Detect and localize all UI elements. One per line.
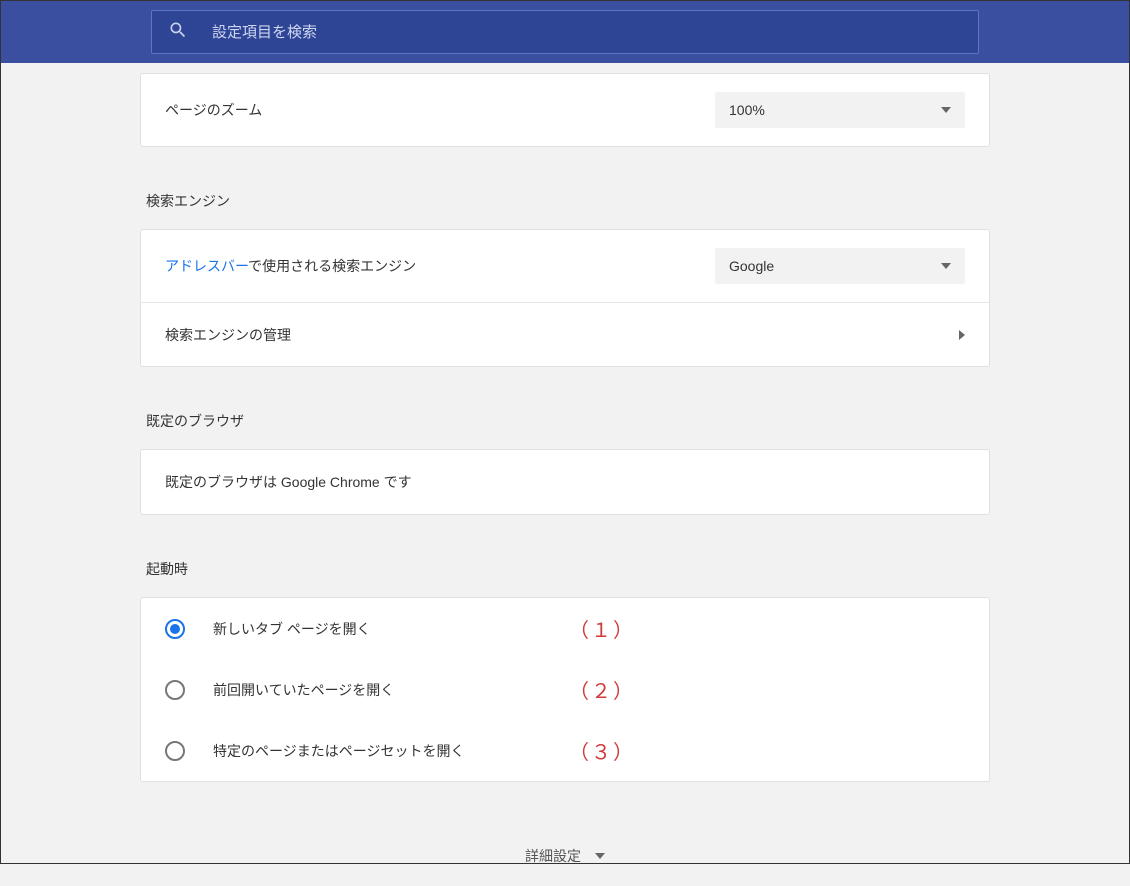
search-engine-section-title: 検索エンジン [140,171,990,229]
chevron-down-icon [941,107,951,113]
startup-option-continue[interactable]: 前回開いていたページを開く （２） [141,659,989,720]
chevron-down-icon [941,263,951,269]
zoom-card: ページのズーム 100% [140,73,990,147]
settings-content: ページのズーム 100% 検索エンジン アドレスバーで使用される検索エンジン G… [140,63,990,886]
annotation-marker: （１） [569,614,965,643]
address-bar-suffix: で使用される検索エンジン [248,258,416,274]
annotation-marker: （３） [569,736,965,765]
startup-option-label: 新しいタブ ページを開く [213,619,371,639]
startup-option-label: 特定のページまたはページセットを開く [213,741,464,761]
page-zoom-select[interactable]: 100% [715,92,965,128]
manage-search-engines-label: 検索エンジンの管理 [165,325,291,345]
search-container[interactable] [151,10,979,54]
chevron-down-icon [595,853,605,859]
startup-option-label: 前回開いていたページを開く [213,680,394,700]
chevron-right-icon [959,330,965,340]
address-bar-engine-row: アドレスバーで使用される検索エンジン Google [141,230,989,302]
search-input[interactable] [212,24,962,41]
manage-search-engines-row[interactable]: 検索エンジンの管理 [141,302,989,366]
default-browser-card: 既定のブラウザは Google Chrome です [140,449,990,515]
search-icon [168,20,188,45]
page-zoom-row: ページのズーム 100% [141,74,989,146]
search-engine-select[interactable]: Google [715,248,965,284]
startup-option-specific[interactable]: 特定のページまたはページセットを開く （３） [141,720,989,781]
radio-icon[interactable] [165,619,185,639]
annotation-marker: （２） [569,675,965,704]
default-browser-status: 既定のブラウザは Google Chrome です [165,472,412,492]
address-bar-link[interactable]: アドレスバー [165,258,248,274]
header-bar [1,1,1129,63]
default-browser-section-title: 既定のブラウザ [140,391,990,449]
startup-section-title: 起動時 [140,539,990,597]
advanced-settings-toggle[interactable]: 詳細設定 [140,806,990,886]
page-zoom-label: ページのズーム [165,100,262,120]
radio-icon[interactable] [165,680,185,700]
default-browser-row: 既定のブラウザは Google Chrome です [141,450,989,514]
radio-icon[interactable] [165,741,185,761]
page-zoom-value: 100% [729,102,765,118]
startup-card: 新しいタブ ページを開く （１） 前回開いていたページを開く （２） 特定のペー… [140,597,990,782]
search-engine-value: Google [729,258,774,274]
advanced-settings-label: 詳細設定 [525,846,581,866]
address-bar-engine-label: アドレスバーで使用される検索エンジン [165,256,416,276]
search-engine-card: アドレスバーで使用される検索エンジン Google 検索エンジンの管理 [140,229,990,367]
startup-option-new-tab[interactable]: 新しいタブ ページを開く （１） [141,598,989,659]
